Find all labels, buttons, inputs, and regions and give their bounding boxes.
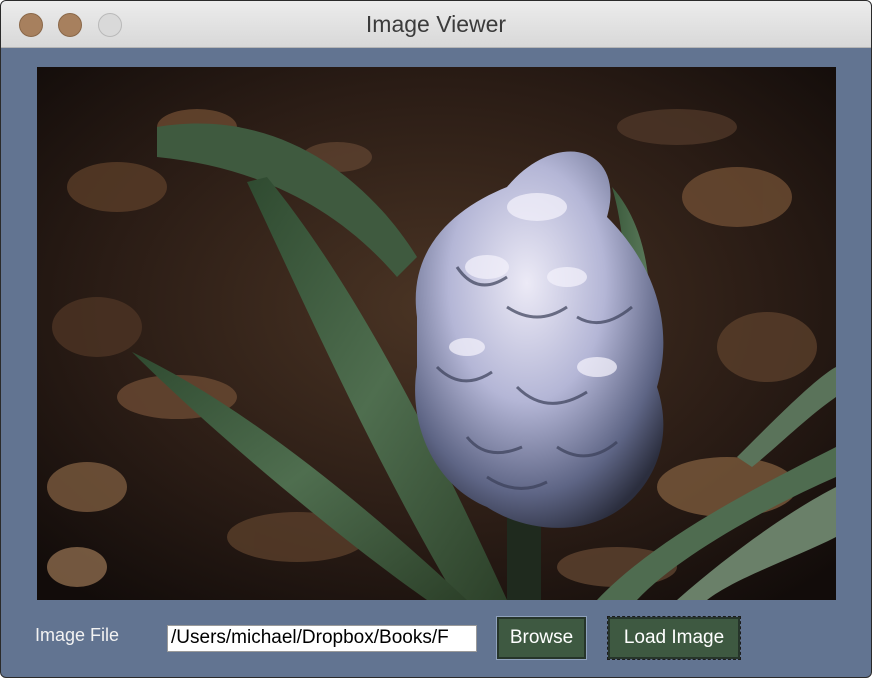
browse-button[interactable]: Browse	[496, 616, 587, 660]
load-image-button[interactable]: Load Image	[607, 616, 741, 660]
app-window: Image Viewer Image File /Users/michael/D…	[0, 0, 872, 678]
window-title: Image Viewer	[365, 11, 507, 37]
title-bar[interactable]: Image Viewer	[1, 1, 871, 48]
image-display	[37, 67, 836, 600]
image-file-label: Image File	[35, 625, 120, 645]
hyacinth-photo-icon	[37, 67, 836, 600]
file-path-input[interactable]: /Users/michael/Dropbox/Books/F	[167, 625, 477, 652]
